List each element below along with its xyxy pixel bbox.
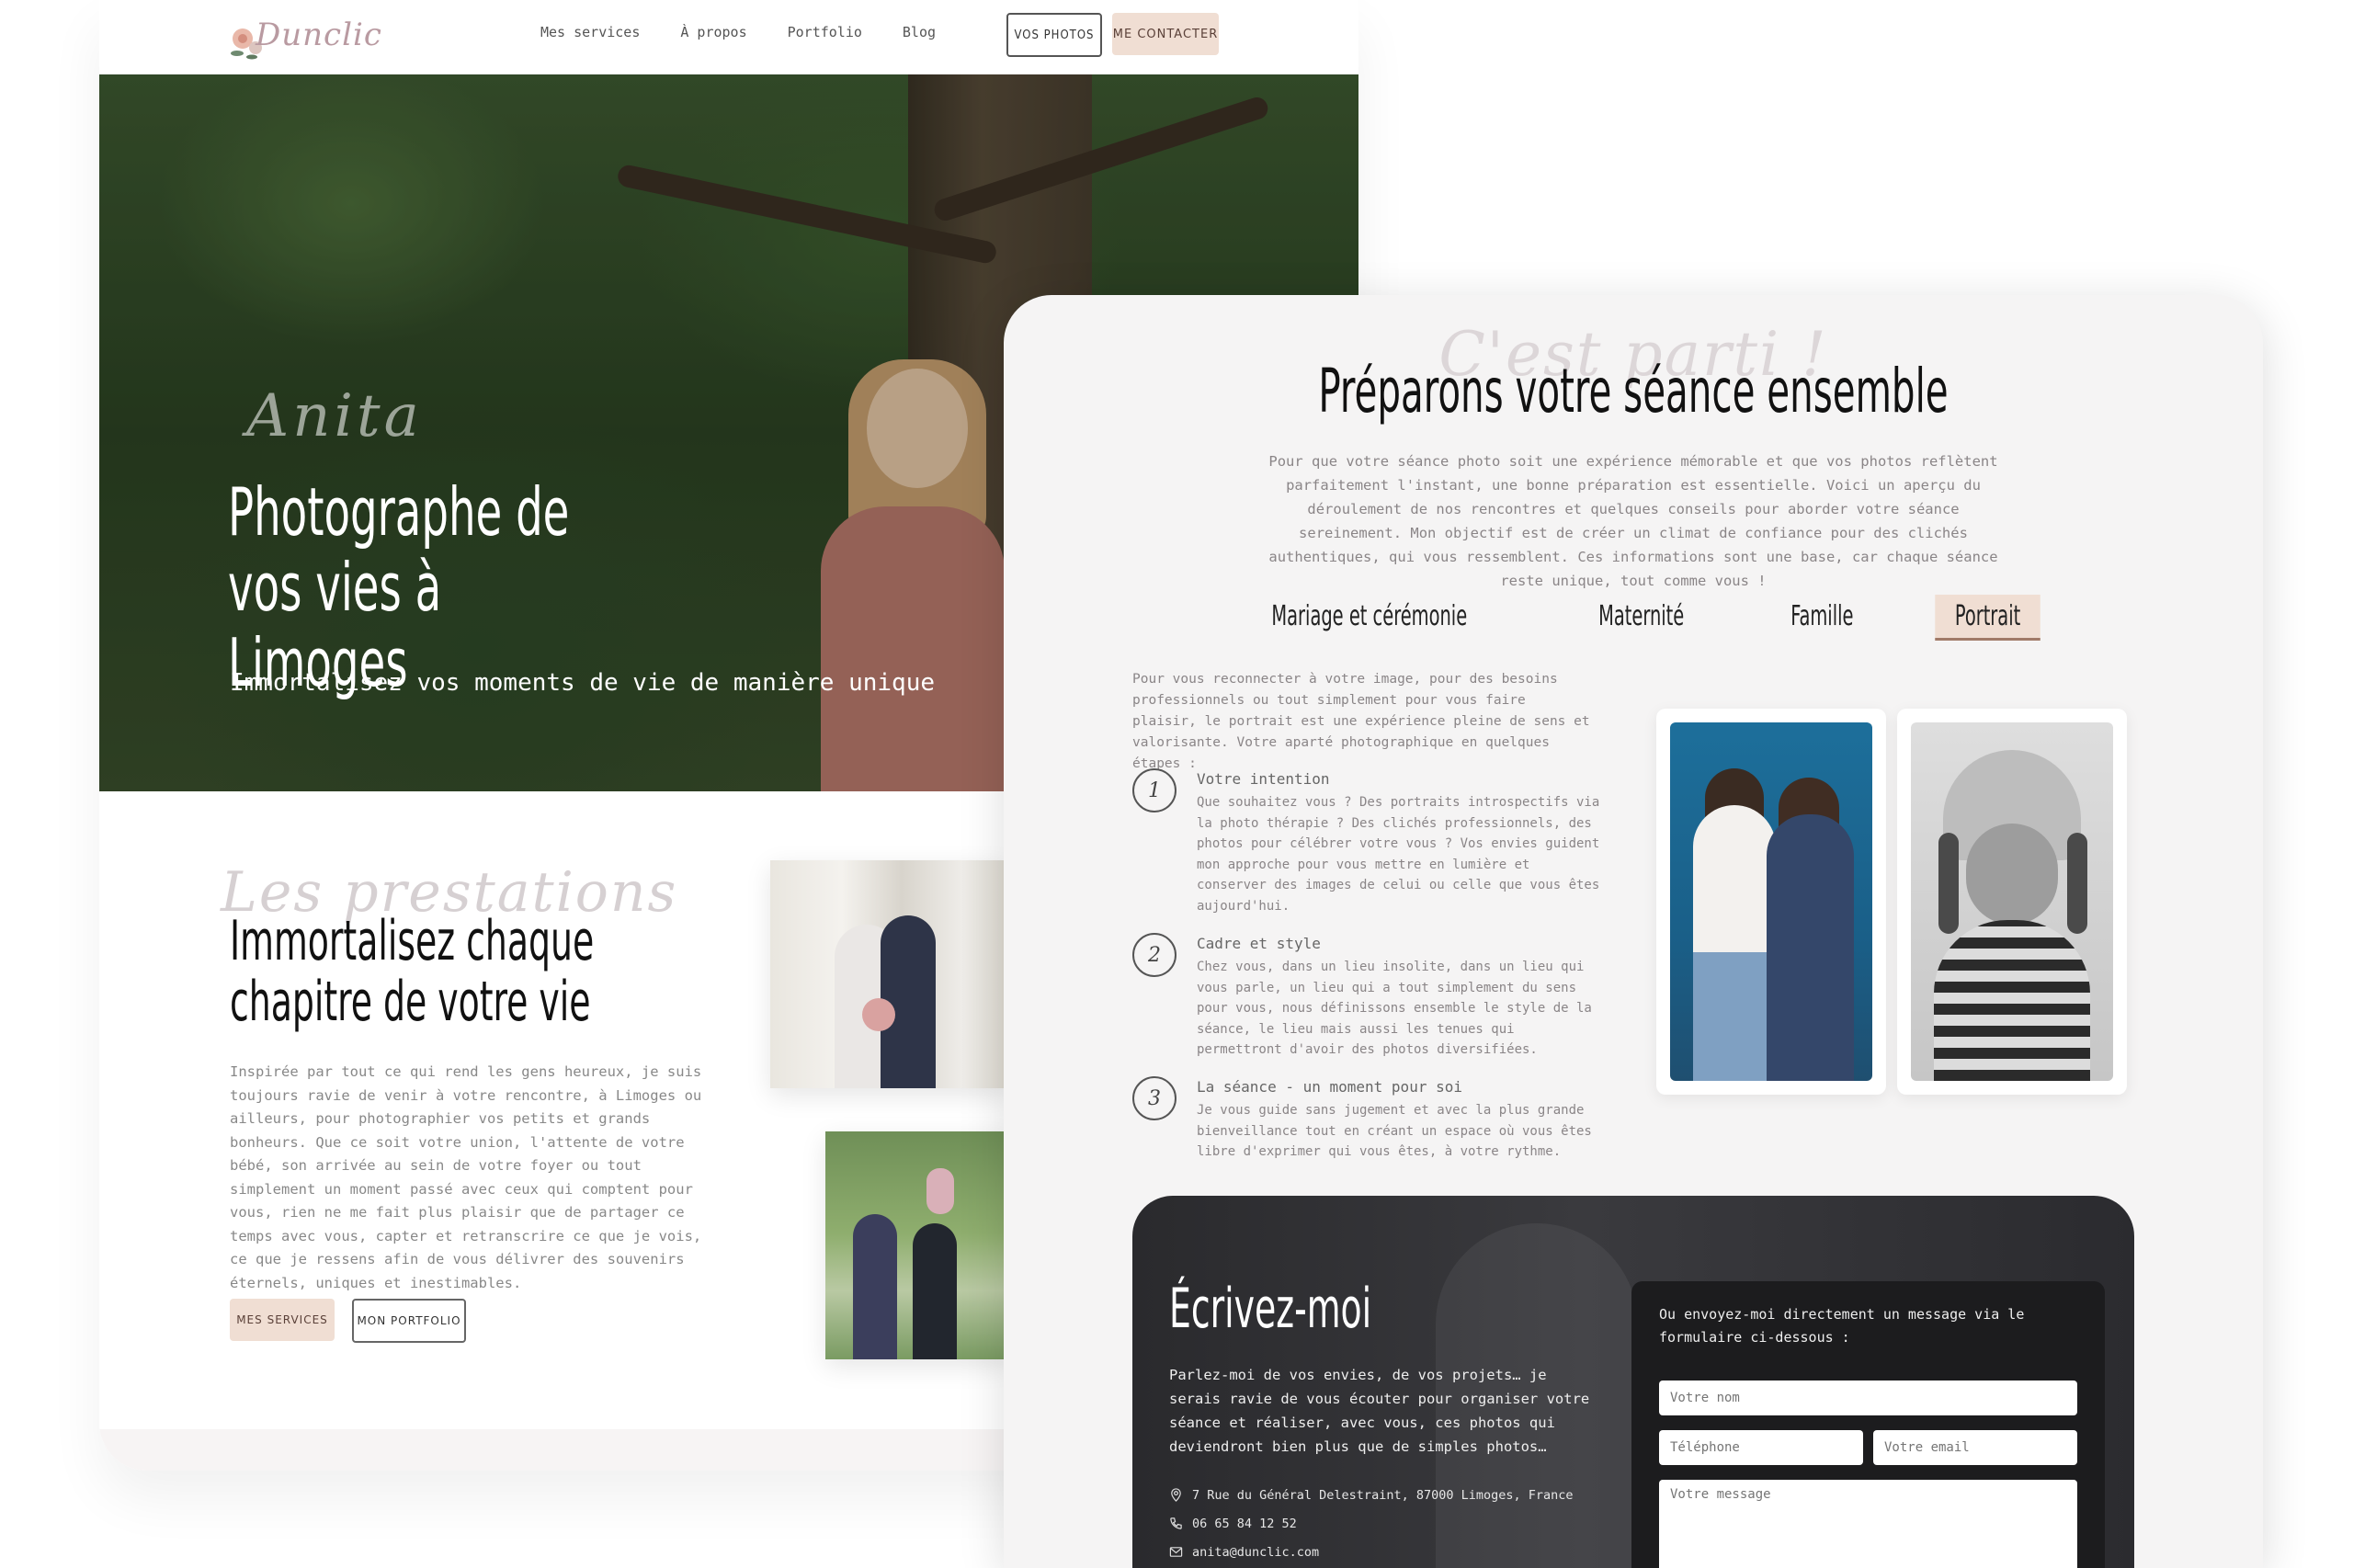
seance-intro: Pour que votre séance photo soit une exp…	[1268, 453, 1998, 589]
contact-email[interactable]: anita@dunclic.com	[1192, 1545, 1319, 1560]
contact-form: Ou envoyez-moi directement un message vi…	[1631, 1281, 2105, 1568]
message-textarea[interactable]	[1659, 1480, 2077, 1568]
seance-page: C'est parti ! Préparons votre séance ens…	[1004, 295, 2263, 1568]
logo[interactable]: Dunclic	[228, 17, 381, 62]
form-lead: Ou envoyez-moi directement un message vi…	[1659, 1306, 2025, 1346]
hero-script-name: Anita	[246, 382, 423, 450]
contact-info: 7 Rue du Général Delestraint, 87000 Limo…	[1169, 1481, 1574, 1566]
step-text: Chez vous, dans un lieu insolite, dans u…	[1197, 960, 1592, 1057]
step-title: La séance - un moment pour soi	[1197, 1078, 1462, 1096]
portrait-photo-duo	[1670, 722, 1872, 1081]
top-navigation: Dunclic Mes services À propos Portfolio …	[99, 0, 1358, 74]
contact-title: Écrivez-moi	[1169, 1277, 1372, 1341]
wedding-photo	[770, 860, 1009, 1088]
seance-tabs: Mariage et cérémonie Maternité Famille P…	[1004, 595, 2263, 641]
family-photo	[825, 1131, 1009, 1359]
vos-photos-button[interactable]: VOS PHOTOS	[1006, 13, 1102, 57]
nav-links: Mes services À propos Portfolio Blog	[540, 24, 936, 40]
prestations-text: Inspirée par tout ce qui rend les gens h…	[230, 1063, 702, 1291]
step-number: 3	[1132, 1076, 1176, 1120]
email-input[interactable]	[1873, 1430, 2077, 1465]
tab-portrait[interactable]: Portrait	[1935, 595, 2041, 641]
step-text: Que souhaitez vous ? Des portraits intro…	[1197, 795, 1600, 914]
contact-address-row: 7 Rue du Général Delestraint, 87000 Limo…	[1169, 1481, 1574, 1509]
hero-title: Photographe de vos vies à Limoges	[228, 473, 570, 701]
contact-email-row: anita@dunclic.com	[1169, 1538, 1574, 1566]
mon-portfolio-button[interactable]: MON PORTFOLIO	[352, 1299, 466, 1343]
portrait-lead-text: Pour vous reconnecter à votre image, pou…	[1132, 672, 1590, 771]
mail-icon	[1169, 1547, 1183, 1557]
tab-maternite[interactable]: Maternité	[1579, 595, 1704, 641]
hero-subtitle: Immortalisez vos moments de vie de maniè…	[230, 669, 936, 697]
nav-link-services[interactable]: Mes services	[540, 24, 640, 40]
contact-phone[interactable]: 06 65 84 12 52	[1192, 1517, 1297, 1531]
nav-link-blog[interactable]: Blog	[903, 24, 936, 40]
phone-icon	[1170, 1517, 1182, 1529]
step-number: 1	[1132, 768, 1176, 812]
contact-address: 7 Rue du Général Delestraint, 87000 Limo…	[1192, 1487, 1574, 1503]
tab-mariage[interactable]: Mariage et cérémonie	[1251, 595, 1486, 641]
prestations-title: Immortalisez chaque chapitre de votre vi…	[230, 909, 595, 1034]
step-title: Votre intention	[1197, 770, 1330, 788]
portrait-photo-baby	[1911, 722, 2113, 1081]
nav-link-portfolio[interactable]: Portfolio	[788, 24, 862, 40]
step-title: Cadre et style	[1197, 935, 1321, 952]
step-text: Je vous guide sans jugement et avec la p…	[1197, 1103, 1592, 1159]
name-input[interactable]	[1659, 1381, 2077, 1415]
location-pin-icon	[1171, 1488, 1181, 1502]
contact-phone-row: 06 65 84 12 52	[1169, 1509, 1574, 1538]
step-number: 2	[1132, 933, 1176, 977]
portrait-photo-card	[1897, 709, 2127, 1095]
tab-famille[interactable]: Famille	[1770, 595, 1872, 641]
contact-section: Écrivez-moi Parlez-moi de vos envies, de…	[1132, 1196, 2134, 1568]
seance-title: Préparons votre séance ensemble	[1318, 356, 1949, 426]
nav-link-a-propos[interactable]: À propos	[680, 24, 746, 40]
phone-input[interactable]	[1659, 1430, 1863, 1465]
mes-services-button[interactable]: MES SERVICES	[230, 1299, 335, 1341]
contact-text: Parlez-moi de vos envies, de vos projets…	[1169, 1367, 1590, 1455]
portrait-photo-card	[1656, 709, 1886, 1095]
me-contacter-button[interactable]: ME CONTACTER	[1112, 13, 1219, 55]
logo-text: Dunclic	[256, 17, 382, 53]
